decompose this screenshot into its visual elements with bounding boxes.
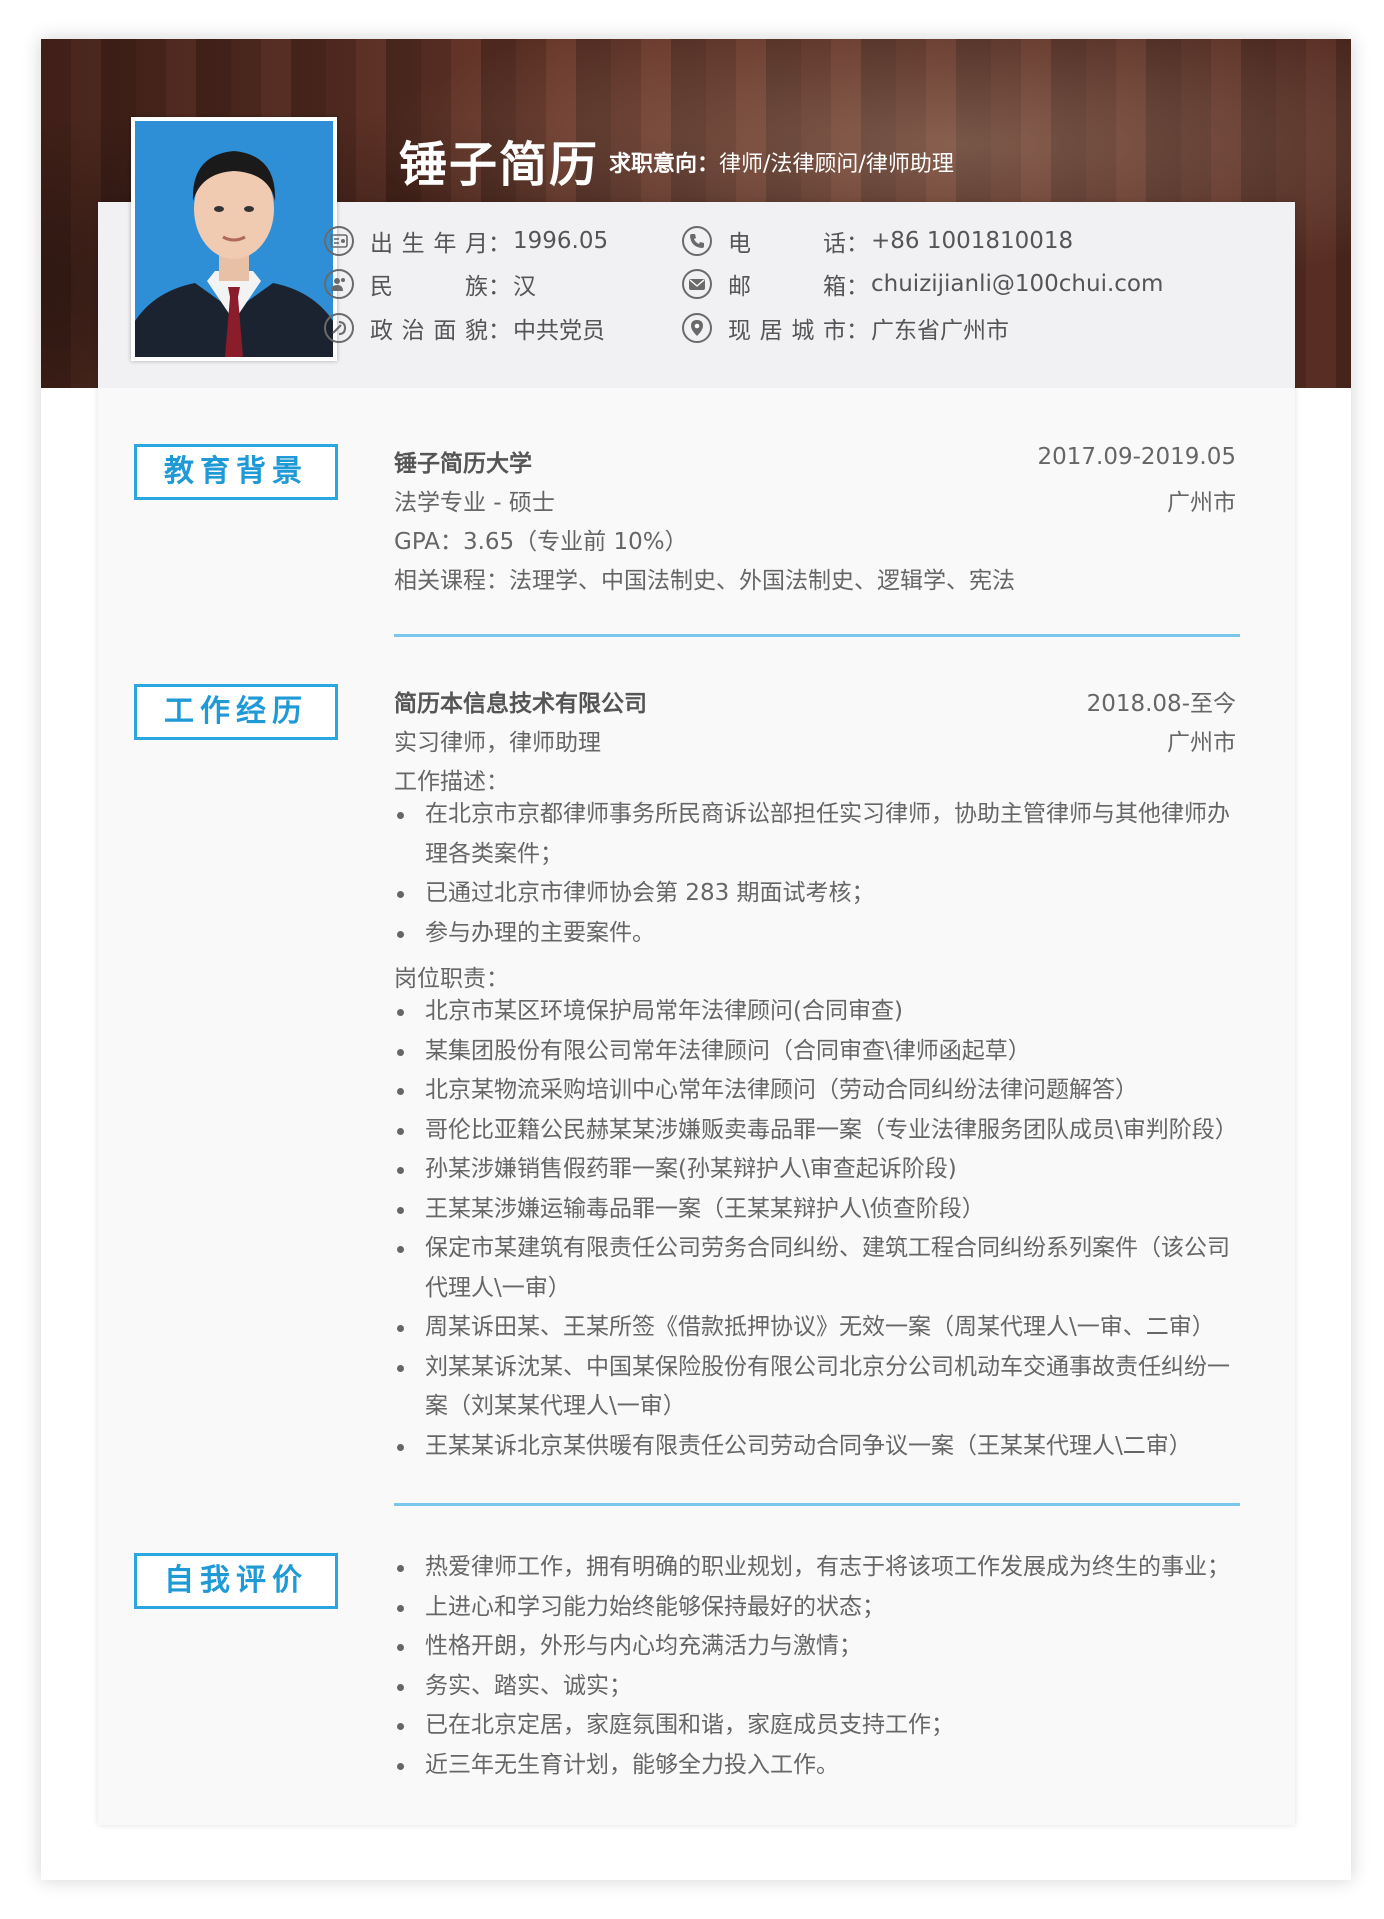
education-city: 广州市: [1167, 490, 1236, 516]
id-card-icon: [324, 226, 354, 256]
list-item: 保定市某建筑有限责任公司劳务合同纠纷、建筑工程合同纠纷系列案件（该公司代理人\一…: [394, 1229, 1234, 1308]
list-item: 周某诉田某、王某所签《借款抵押协议》无效一案（周某代理人\一审、二审）: [394, 1308, 1234, 1348]
list-item: 哥伦比亚籍公民赫某某涉嫌贩卖毒品罪一案（专业法律服务团队成员\审判阶段）: [394, 1111, 1238, 1151]
phone-icon: [682, 226, 712, 256]
work-duty-label: 岗位职责：: [394, 966, 509, 992]
info-city: 现居城市：广东省广州市: [682, 310, 1009, 346]
avatar: [131, 117, 337, 361]
company-name: 简历本信息技术有限公司: [394, 691, 647, 717]
list-item: 孙某涉嫌销售假药罪一案(孙某辩护人\审查起诉阶段): [394, 1150, 1234, 1190]
info-phone: 电话： +86 1001810018: [682, 223, 1073, 259]
work-desc-list: 在北京市京都律师事务所民商诉讼部担任实习律师，协助主管律师与其他律师办理各类案件…: [394, 795, 1234, 953]
work-city: 广州市: [1167, 730, 1236, 756]
list-item: 上进心和学习能力始终能够保持最好的状态；: [394, 1588, 1234, 1628]
section-title-work: 工作经历: [134, 684, 338, 740]
list-item: 在北京市京都律师事务所民商诉讼部担任实习律师，协助主管律师与其他律师办理各类案件…: [394, 795, 1234, 874]
list-item: 王某某诉北京某供暖有限责任公司劳动合同争议一案（王某某代理人\二审）: [394, 1427, 1234, 1467]
resume-page: 锤子简历 求职意向：律师/法律顾问/律师助理 出生年月： 1996.05 民族：汉…: [41, 39, 1351, 1880]
section-divider: [394, 1503, 1240, 1506]
location-icon: [682, 313, 712, 343]
list-item: 某集团股份有限公司常年法律顾问（合同审查\律师函起草）: [394, 1032, 1234, 1072]
list-item: 北京某物流采购培训中心常年法律顾问（劳动合同纠纷法律问题解答）: [394, 1071, 1234, 1111]
education-gpa: GPA：3.65（专业前 10%）: [394, 529, 688, 555]
list-item: 性格开朗，外形与内心均充满活力与激情；: [394, 1627, 1234, 1667]
education-major: 法学专业 - 硕士: [394, 490, 555, 516]
job-intent: 求职意向：律师/法律顾问/律师助理: [609, 152, 954, 177]
school-name: 锤子简历大学: [394, 451, 532, 477]
work-date: 2018.08-至今: [1086, 691, 1236, 717]
list-item: 北京市某区环境保护局常年法律顾问(合同审查): [394, 992, 1234, 1032]
section-divider: [394, 634, 1240, 637]
list-item: 已在北京定居，家庭氛围和谐，家庭成员支持工作；: [394, 1706, 1234, 1746]
people-icon: [324, 269, 354, 299]
education-courses: 相关课程：法理学、中国法制史、外国法制史、逻辑学、宪法: [394, 568, 1015, 594]
list-item: 参与办理的主要案件。: [394, 914, 1234, 954]
list-item: 王某某涉嫌运输毒品罪一案（王某某辩护人\侦查阶段）: [394, 1190, 1234, 1230]
list-item: 已通过北京市律师协会第 283 期面试考核；: [394, 874, 1234, 914]
party-emblem-icon: [324, 313, 354, 343]
info-political: 政治面貌：中共党员: [324, 310, 605, 346]
resume-name: 锤子简历: [399, 137, 600, 193]
list-item: 务实、踏实、诚实；: [394, 1667, 1234, 1707]
section-title-education: 教育背景: [134, 444, 338, 500]
info-ethnicity: 民族：汉: [324, 266, 536, 302]
info-birth: 出生年月： 1996.05: [324, 223, 608, 259]
work-desc-label: 工作描述：: [394, 769, 509, 795]
work-duty-list: 北京市某区环境保护局常年法律顾问(合同审查) 某集团股份有限公司常年法律顾问（合…: [394, 992, 1238, 1467]
work-role: 实习律师，律师助理: [394, 730, 601, 756]
list-item: 热爱律师工作，拥有明确的职业规划，有志于将该项工作发展成为终生的事业；: [394, 1548, 1234, 1588]
list-item: 近三年无生育计划，能够全力投入工作。: [394, 1746, 1234, 1786]
list-item: 刘某某诉沈某、中国某保险股份有限公司北京分公司机动车交通事故责任纠纷一案（刘某某…: [394, 1348, 1234, 1427]
info-email: 邮箱： chuizijianli@100chui.com: [682, 266, 1163, 302]
self-eval-list: 热爱律师工作，拥有明确的职业规划，有志于将该项工作发展成为终生的事业； 上进心和…: [394, 1548, 1234, 1785]
mail-icon: [682, 269, 712, 299]
section-title-self: 自我评价: [134, 1553, 338, 1609]
education-date: 2017.09-2019.05: [1037, 444, 1236, 470]
